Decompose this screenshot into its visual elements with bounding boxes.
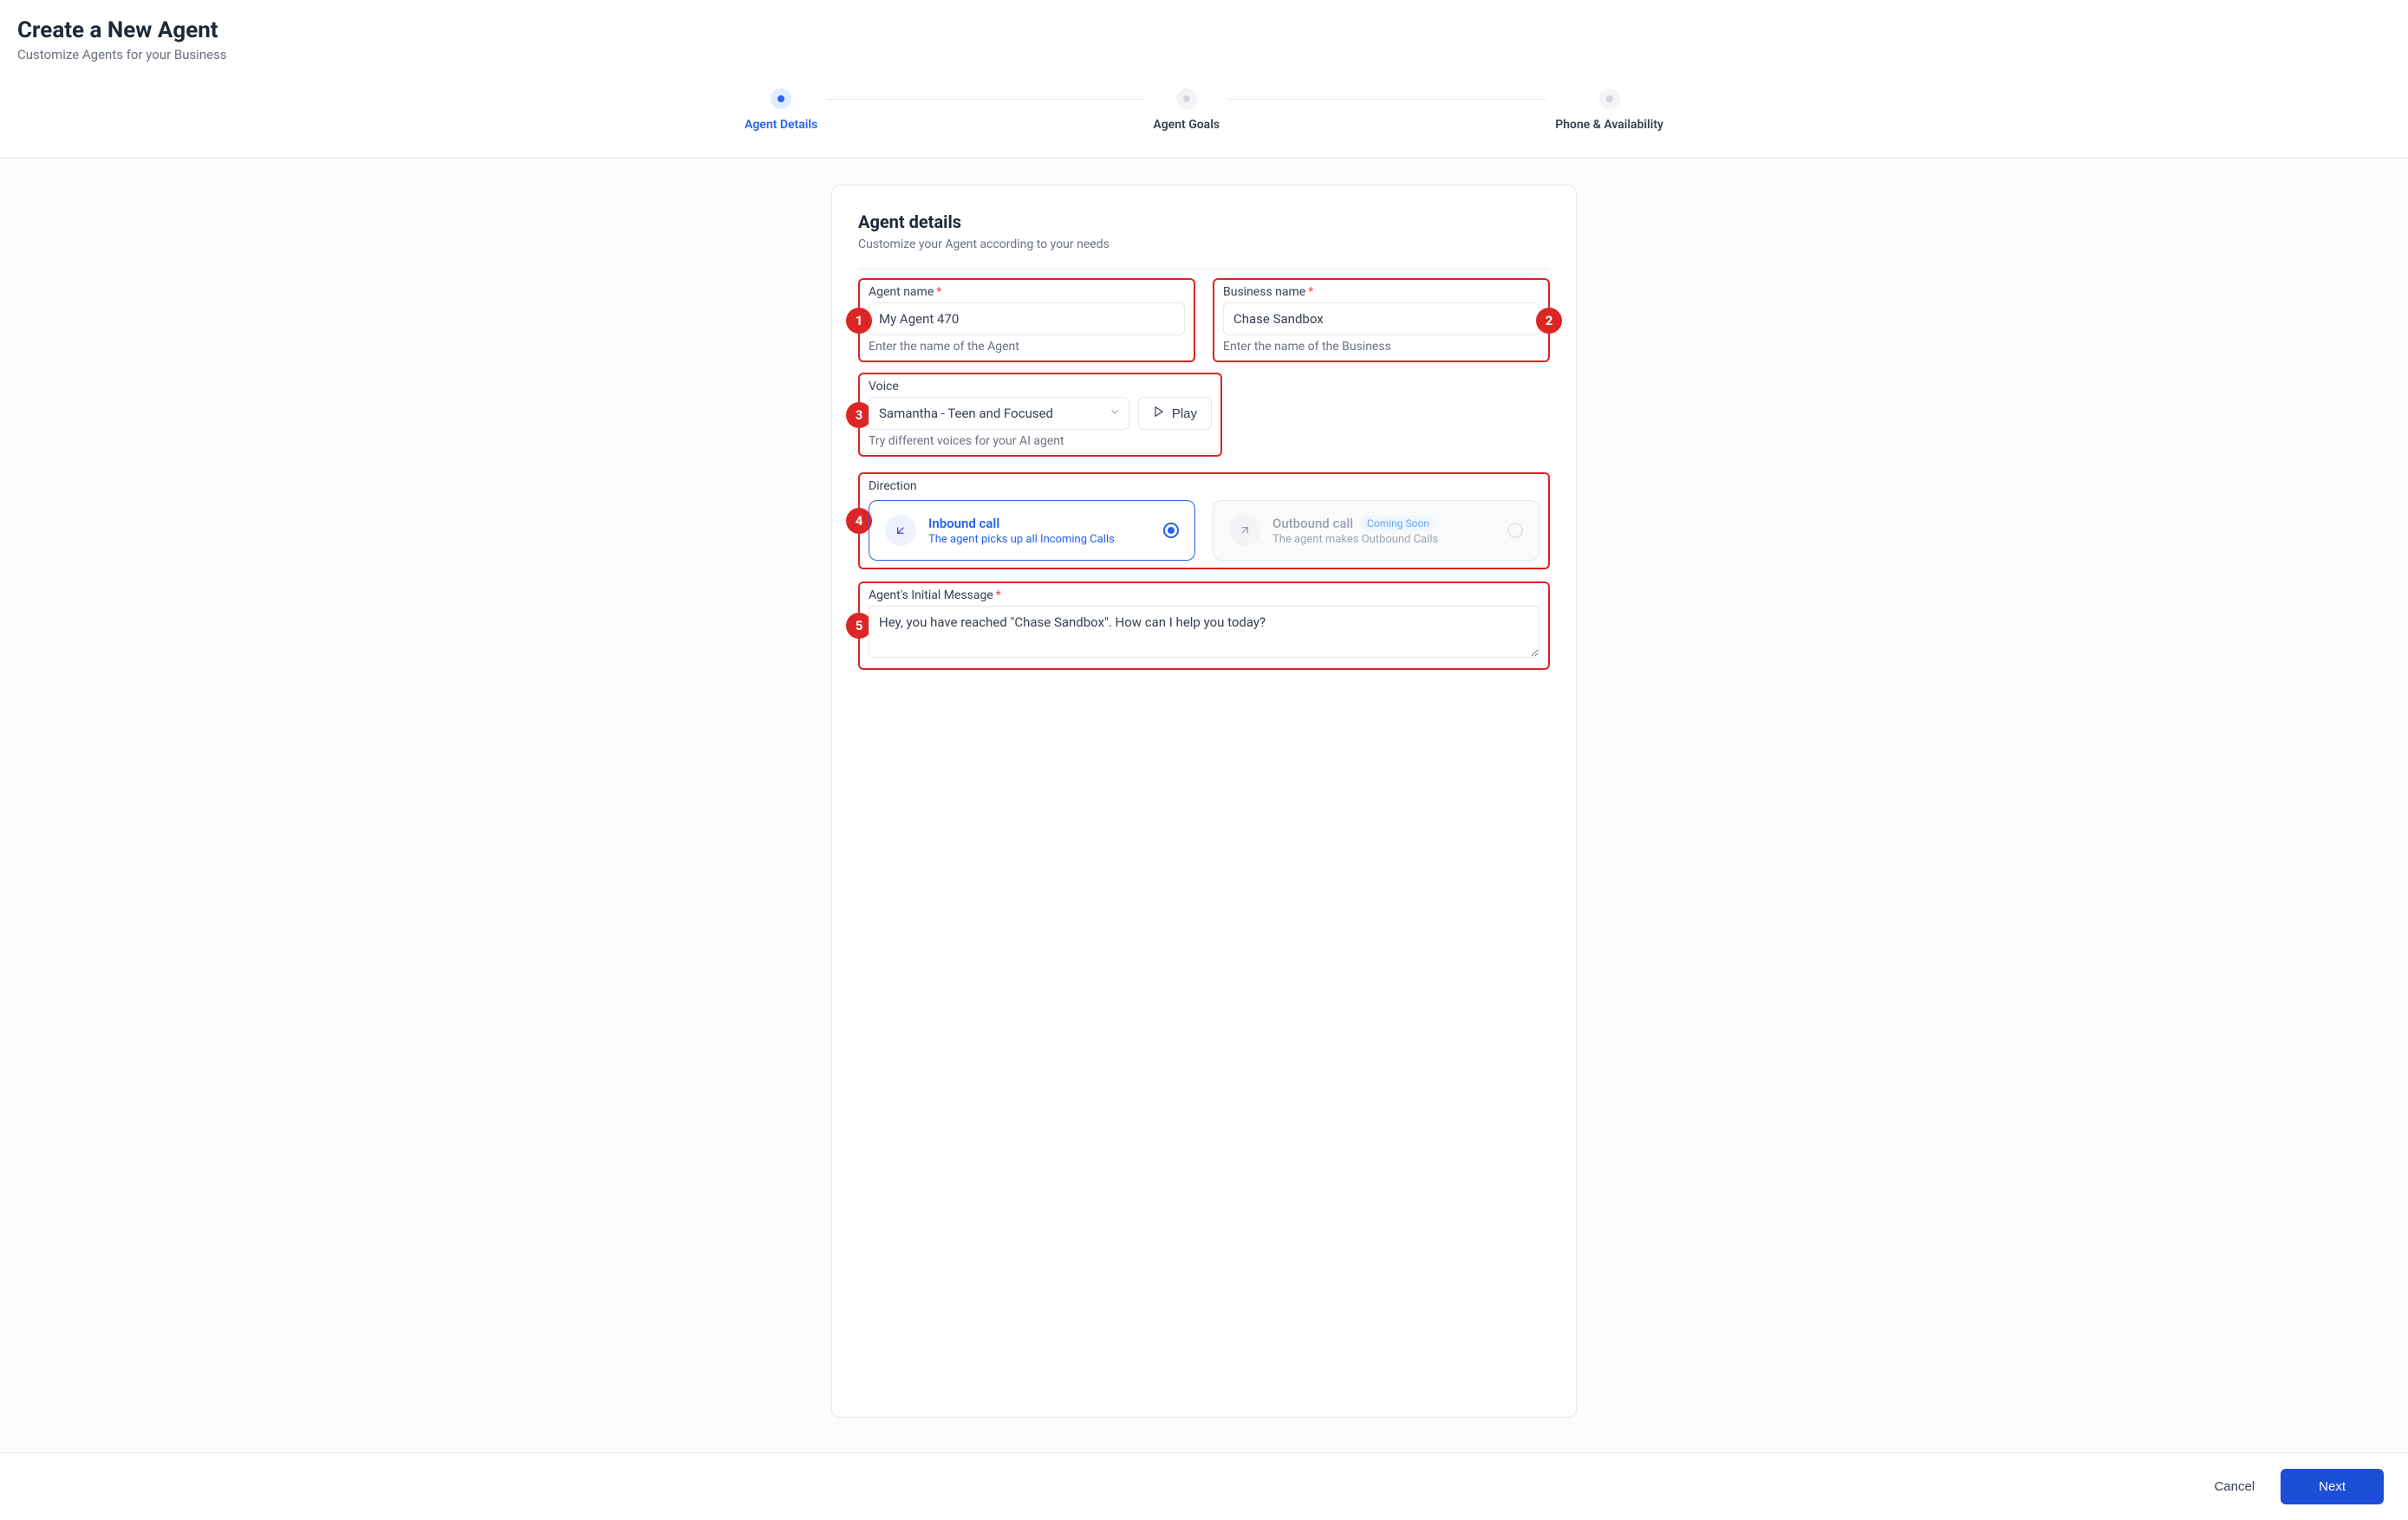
step-line xyxy=(826,99,1144,100)
business-name-input[interactable] xyxy=(1223,302,1539,335)
direction-label: Direction xyxy=(869,479,1539,493)
inbound-title: Inbound call xyxy=(928,516,1151,531)
business-name-label: Business name* xyxy=(1223,285,1539,299)
inbound-radio[interactable] xyxy=(1163,523,1179,538)
annotation-box-3: 3 Voice Samantha - Teen and Focused xyxy=(858,373,1222,457)
step-dot-icon xyxy=(771,88,791,109)
page-subtitle: Customize Agents for your Business xyxy=(17,47,2391,62)
step-agent-details[interactable]: Agent Details xyxy=(745,88,817,132)
coming-soon-badge: Coming Soon xyxy=(1360,516,1436,531)
annotation-badge-1: 1 xyxy=(846,308,872,334)
agent-name-input[interactable] xyxy=(869,302,1185,335)
step-dot-icon xyxy=(1599,88,1620,109)
annotation-box-2: 2 Business name* Enter the name of the B… xyxy=(1213,278,1550,362)
voice-help: Try different voices for your AI agent xyxy=(869,434,1212,448)
footer-bar: Cancel Next xyxy=(0,1452,2408,1520)
required-icon: * xyxy=(936,285,941,299)
agent-details-card: Agent details Customize your Agent accor… xyxy=(831,185,1577,1418)
card-divider xyxy=(858,269,1550,270)
agent-name-help: Enter the name of the Agent xyxy=(869,340,1185,354)
card-title: Agent details xyxy=(858,211,1550,232)
play-icon xyxy=(1153,406,1165,421)
annotation-box-5: 5 Agent's Initial Message* xyxy=(858,581,1550,670)
step-agent-goals[interactable]: Agent Goals xyxy=(1153,88,1220,132)
outbound-radio xyxy=(1507,523,1523,538)
initial-message-label: Agent's Initial Message* xyxy=(869,588,1539,602)
step-phone-availability[interactable]: Phone & Availability xyxy=(1555,88,1663,132)
outbound-arrow-icon xyxy=(1229,515,1260,546)
voice-label: Voice xyxy=(869,380,1212,393)
annotation-box-4: 4 Direction Inbound call The agent picks… xyxy=(858,472,1550,569)
stepper: Agent Details Agent Goals Phone & Availa… xyxy=(0,71,2408,158)
voice-select[interactable]: Samantha - Teen and Focused xyxy=(869,397,1129,430)
step-line xyxy=(1228,99,1546,100)
agent-name-label: Agent name* xyxy=(869,285,1185,299)
next-button[interactable]: Next xyxy=(2281,1469,2384,1504)
direction-outbound-card: Outbound call Coming Soon The agent make… xyxy=(1213,500,1539,561)
annotation-box-1: 1 Agent name* Enter the name of the Agen… xyxy=(858,278,1195,362)
inbound-subtitle: The agent picks up all Incoming Calls xyxy=(928,533,1151,546)
card-subtitle: Customize your Agent according to your n… xyxy=(858,237,1550,251)
business-name-help: Enter the name of the Business xyxy=(1223,340,1539,354)
step-dot-icon xyxy=(1176,88,1197,109)
cancel-button[interactable]: Cancel xyxy=(2203,1471,2265,1503)
annotation-badge-2: 2 xyxy=(1536,308,1562,334)
outbound-subtitle: The agent makes Outbound Calls xyxy=(1272,533,1495,546)
required-icon: * xyxy=(1308,285,1313,299)
page-title: Create a New Agent xyxy=(17,17,2391,43)
required-icon: * xyxy=(996,588,1001,602)
initial-message-input[interactable] xyxy=(869,606,1539,658)
play-voice-button[interactable]: Play xyxy=(1138,397,1212,430)
outbound-title: Outbound call Coming Soon xyxy=(1272,516,1495,531)
inbound-arrow-icon xyxy=(885,515,916,546)
direction-inbound-card[interactable]: Inbound call The agent picks up all Inco… xyxy=(869,500,1195,561)
